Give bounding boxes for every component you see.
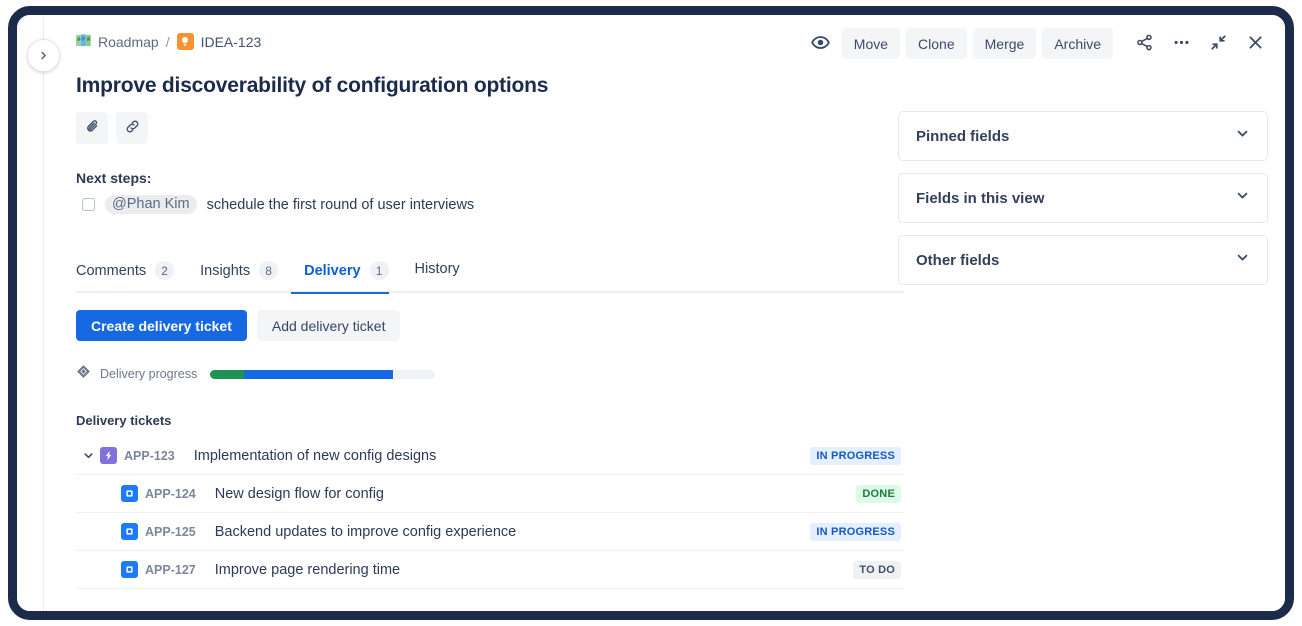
panel-title: Fields in this view: [916, 190, 1044, 207]
collapse-arrows-icon: [1209, 33, 1228, 55]
status-badge[interactable]: DONE: [856, 485, 901, 503]
issue-toolbar: Move Clone Merge Archive: [805, 28, 1271, 59]
share-icon: [1135, 33, 1154, 55]
table-row[interactable]: APP-123 Implementation of new config des…: [76, 437, 904, 475]
tab-comments[interactable]: Comments 2: [76, 261, 187, 292]
task-icon: [121, 561, 138, 578]
minimize-button[interactable]: [1203, 28, 1234, 59]
delivery-progress-label: Delivery progress: [100, 367, 197, 381]
watch-button[interactable]: [805, 28, 836, 59]
tab-delivery[interactable]: Delivery 1: [291, 261, 401, 292]
more-actions-button[interactable]: [1166, 28, 1197, 59]
ticket-key[interactable]: APP-125: [145, 525, 196, 539]
close-icon: [1246, 33, 1265, 55]
breadcrumb-separator: /: [166, 34, 170, 50]
link-icon: [124, 118, 141, 138]
ticket-summary: Improve page rendering time: [215, 562, 854, 578]
chevron-right-icon: [38, 50, 49, 61]
sidebar-item-pinned-fields[interactable]: Pinned fields: [898, 111, 1268, 161]
task-icon: [121, 485, 138, 502]
next-steps-text: schedule the first round of user intervi…: [207, 197, 475, 213]
link-button[interactable]: [116, 112, 148, 144]
epic-icon: [100, 447, 117, 464]
page-title: Improve discoverability of configuration…: [76, 74, 548, 98]
issue-tabs: Comments 2 Insights 8 Delivery 1 History: [76, 261, 904, 293]
ticket-key[interactable]: APP-123: [124, 449, 175, 463]
delivery-progress-row: Delivery progress: [76, 364, 435, 384]
chevron-down-icon[interactable]: [1235, 250, 1250, 270]
panel-title: Pinned fields: [916, 128, 1009, 145]
tab-count: 2: [155, 261, 174, 280]
attach-button[interactable]: [76, 112, 108, 144]
issue-header: Roadmap / IDEA-123: [44, 15, 1285, 71]
tab-count: 1: [370, 261, 389, 280]
tab-label: History: [415, 261, 460, 277]
sidebar-item-other-fields[interactable]: Other fields: [898, 235, 1268, 285]
delivery-progress-bar[interactable]: [210, 370, 435, 379]
delivery-tickets-list: APP-123 Implementation of new config des…: [76, 437, 904, 589]
close-button[interactable]: [1240, 28, 1271, 59]
chevron-down-icon[interactable]: [1235, 126, 1250, 146]
delivery-action-row: Create delivery ticket Add delivery tick…: [76, 310, 400, 341]
paperclip-icon: [84, 118, 101, 138]
table-row[interactable]: APP-125 Backend updates to improve confi…: [76, 513, 904, 551]
archive-button[interactable]: Archive: [1042, 28, 1113, 59]
eye-icon: [811, 33, 830, 55]
issue-detail-panel: Roadmap / IDEA-123: [17, 15, 1285, 611]
ticket-summary: Backend updates to improve config experi…: [215, 524, 811, 540]
tab-count: 8: [259, 261, 278, 280]
create-delivery-ticket-button[interactable]: Create delivery ticket: [76, 310, 247, 341]
status-badge[interactable]: TO DO: [853, 561, 901, 579]
delivery-tickets-label: Delivery tickets: [76, 413, 171, 428]
sidebar-item-fields-in-this-view[interactable]: Fields in this view: [898, 173, 1268, 223]
ticket-summary: New design flow for config: [215, 486, 857, 502]
next-steps-label: Next steps:: [76, 170, 151, 186]
fields-sidebar: Pinned fields Fields in this view: [898, 111, 1268, 285]
diamond-icon: [76, 364, 91, 384]
breadcrumb: Roadmap / IDEA-123: [76, 33, 261, 50]
clone-button[interactable]: Clone: [906, 28, 967, 59]
tab-label: Insights: [200, 263, 250, 279]
ticket-key[interactable]: APP-124: [145, 487, 196, 501]
chevron-down-icon[interactable]: [1235, 188, 1250, 208]
merge-button[interactable]: Merge: [973, 28, 1037, 59]
mention-chip[interactable]: @Phan Kim: [105, 195, 197, 214]
map-icon: [76, 34, 91, 49]
issue-action-row: [76, 112, 148, 144]
table-row[interactable]: APP-127 Improve page rendering time TO D…: [76, 551, 904, 589]
next-steps-checkbox[interactable]: [82, 198, 95, 211]
tab-history[interactable]: History: [402, 261, 473, 289]
tab-insights[interactable]: Insights 8: [187, 261, 291, 292]
expand-sidebar-button[interactable]: [27, 39, 60, 72]
status-badge[interactable]: IN PROGRESS: [810, 447, 901, 465]
ticket-summary: Implementation of new config designs: [194, 448, 811, 464]
share-button[interactable]: [1129, 28, 1160, 59]
chevron-down-icon[interactable]: [76, 449, 100, 462]
lightbulb-icon: [177, 33, 194, 50]
ticket-key[interactable]: APP-127: [145, 563, 196, 577]
app-window-frame: Roadmap / IDEA-123: [8, 6, 1294, 620]
progress-segment-in-progress: [244, 370, 393, 379]
tab-label: Comments: [76, 263, 146, 279]
progress-segment-done: [210, 370, 244, 379]
table-row[interactable]: APP-124 New design flow for config DONE: [76, 475, 904, 513]
add-delivery-ticket-button[interactable]: Add delivery ticket: [257, 310, 401, 341]
status-badge[interactable]: IN PROGRESS: [810, 523, 901, 541]
ellipsis-icon: [1172, 33, 1191, 55]
tab-label: Delivery: [304, 263, 360, 279]
next-steps-item: @Phan Kim schedule the first round of us…: [76, 195, 474, 214]
move-button[interactable]: Move: [842, 28, 900, 59]
panel-title: Other fields: [916, 252, 999, 269]
breadcrumb-project-link[interactable]: Roadmap: [98, 34, 159, 50]
issue-content: Roadmap / IDEA-123: [44, 15, 1285, 611]
breadcrumb-issue-key[interactable]: IDEA-123: [201, 34, 262, 50]
task-icon: [121, 523, 138, 540]
